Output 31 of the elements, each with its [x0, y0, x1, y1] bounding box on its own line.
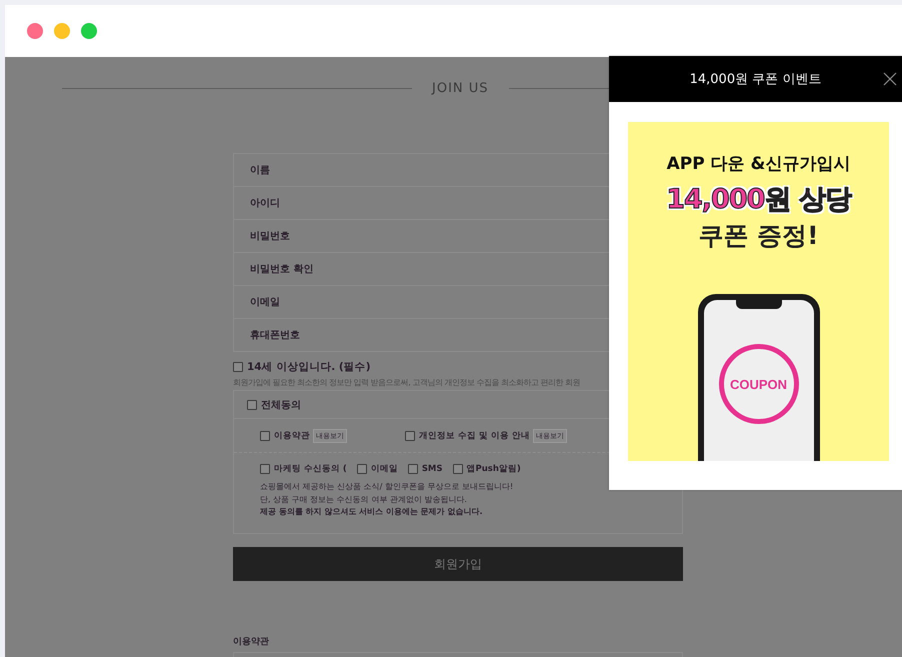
- info-text: 제공 동의를 하지 않으셔도 서비스 이용에는 문제가 없습니다.: [260, 506, 484, 518]
- close-dot-icon[interactable]: [27, 23, 43, 39]
- checkbox[interactable]: [405, 430, 415, 440]
- coupon-banner[interactable]: APP 다운 &신규가입시 14,000원 상당 쿠폰 증정! COUPON: [628, 122, 889, 461]
- checkbox[interactable]: [260, 464, 270, 474]
- phone-notch: [736, 300, 782, 309]
- banner-text: 쿠폰 증정!: [698, 220, 819, 252]
- info-text: 쇼핑몰에서 제공하는 신상품 소식/ 할인쿠폰을 무상으로 보내드립니다!: [260, 481, 514, 493]
- checkbox[interactable]: [260, 430, 270, 440]
- checkbox-label: 이용약관: [274, 430, 310, 442]
- checkbox-label: 앱Push알림): [466, 463, 521, 475]
- checkbox[interactable]: [452, 464, 463, 474]
- maximize-dot-icon[interactable]: [81, 23, 97, 39]
- close-icon[interactable]: [883, 72, 897, 86]
- signup-button[interactable]: 회원가입: [233, 547, 683, 581]
- coupon-stamp: COUPON: [718, 344, 798, 424]
- checkbox[interactable]: [356, 464, 367, 474]
- checkbox-label: 개인정보 수집 및 이용 안내: [419, 430, 530, 442]
- checkbox[interactable]: [247, 400, 257, 410]
- checkbox[interactable]: [408, 464, 418, 474]
- checkbox-label: 14세 이상입니다. (필수): [247, 360, 371, 374]
- minimize-dot-icon[interactable]: [54, 23, 70, 39]
- popup-title: 14,000원 쿠폰 이벤트: [690, 71, 822, 88]
- page-heading: JOIN US: [432, 81, 489, 96]
- checkbox[interactable]: [233, 362, 243, 372]
- checkbox-label: 이메일: [370, 463, 398, 475]
- checkbox-label: SMS: [422, 464, 443, 474]
- checkbox-label: 마케팅 수신동의 (: [274, 463, 347, 475]
- section-heading: 이용약관: [233, 636, 270, 648]
- checkbox-label: 전체동의: [261, 398, 301, 412]
- info-text: 단, 상품 구매 정보는 수신동의 여부 관계없이 발송됩니다.: [260, 494, 468, 506]
